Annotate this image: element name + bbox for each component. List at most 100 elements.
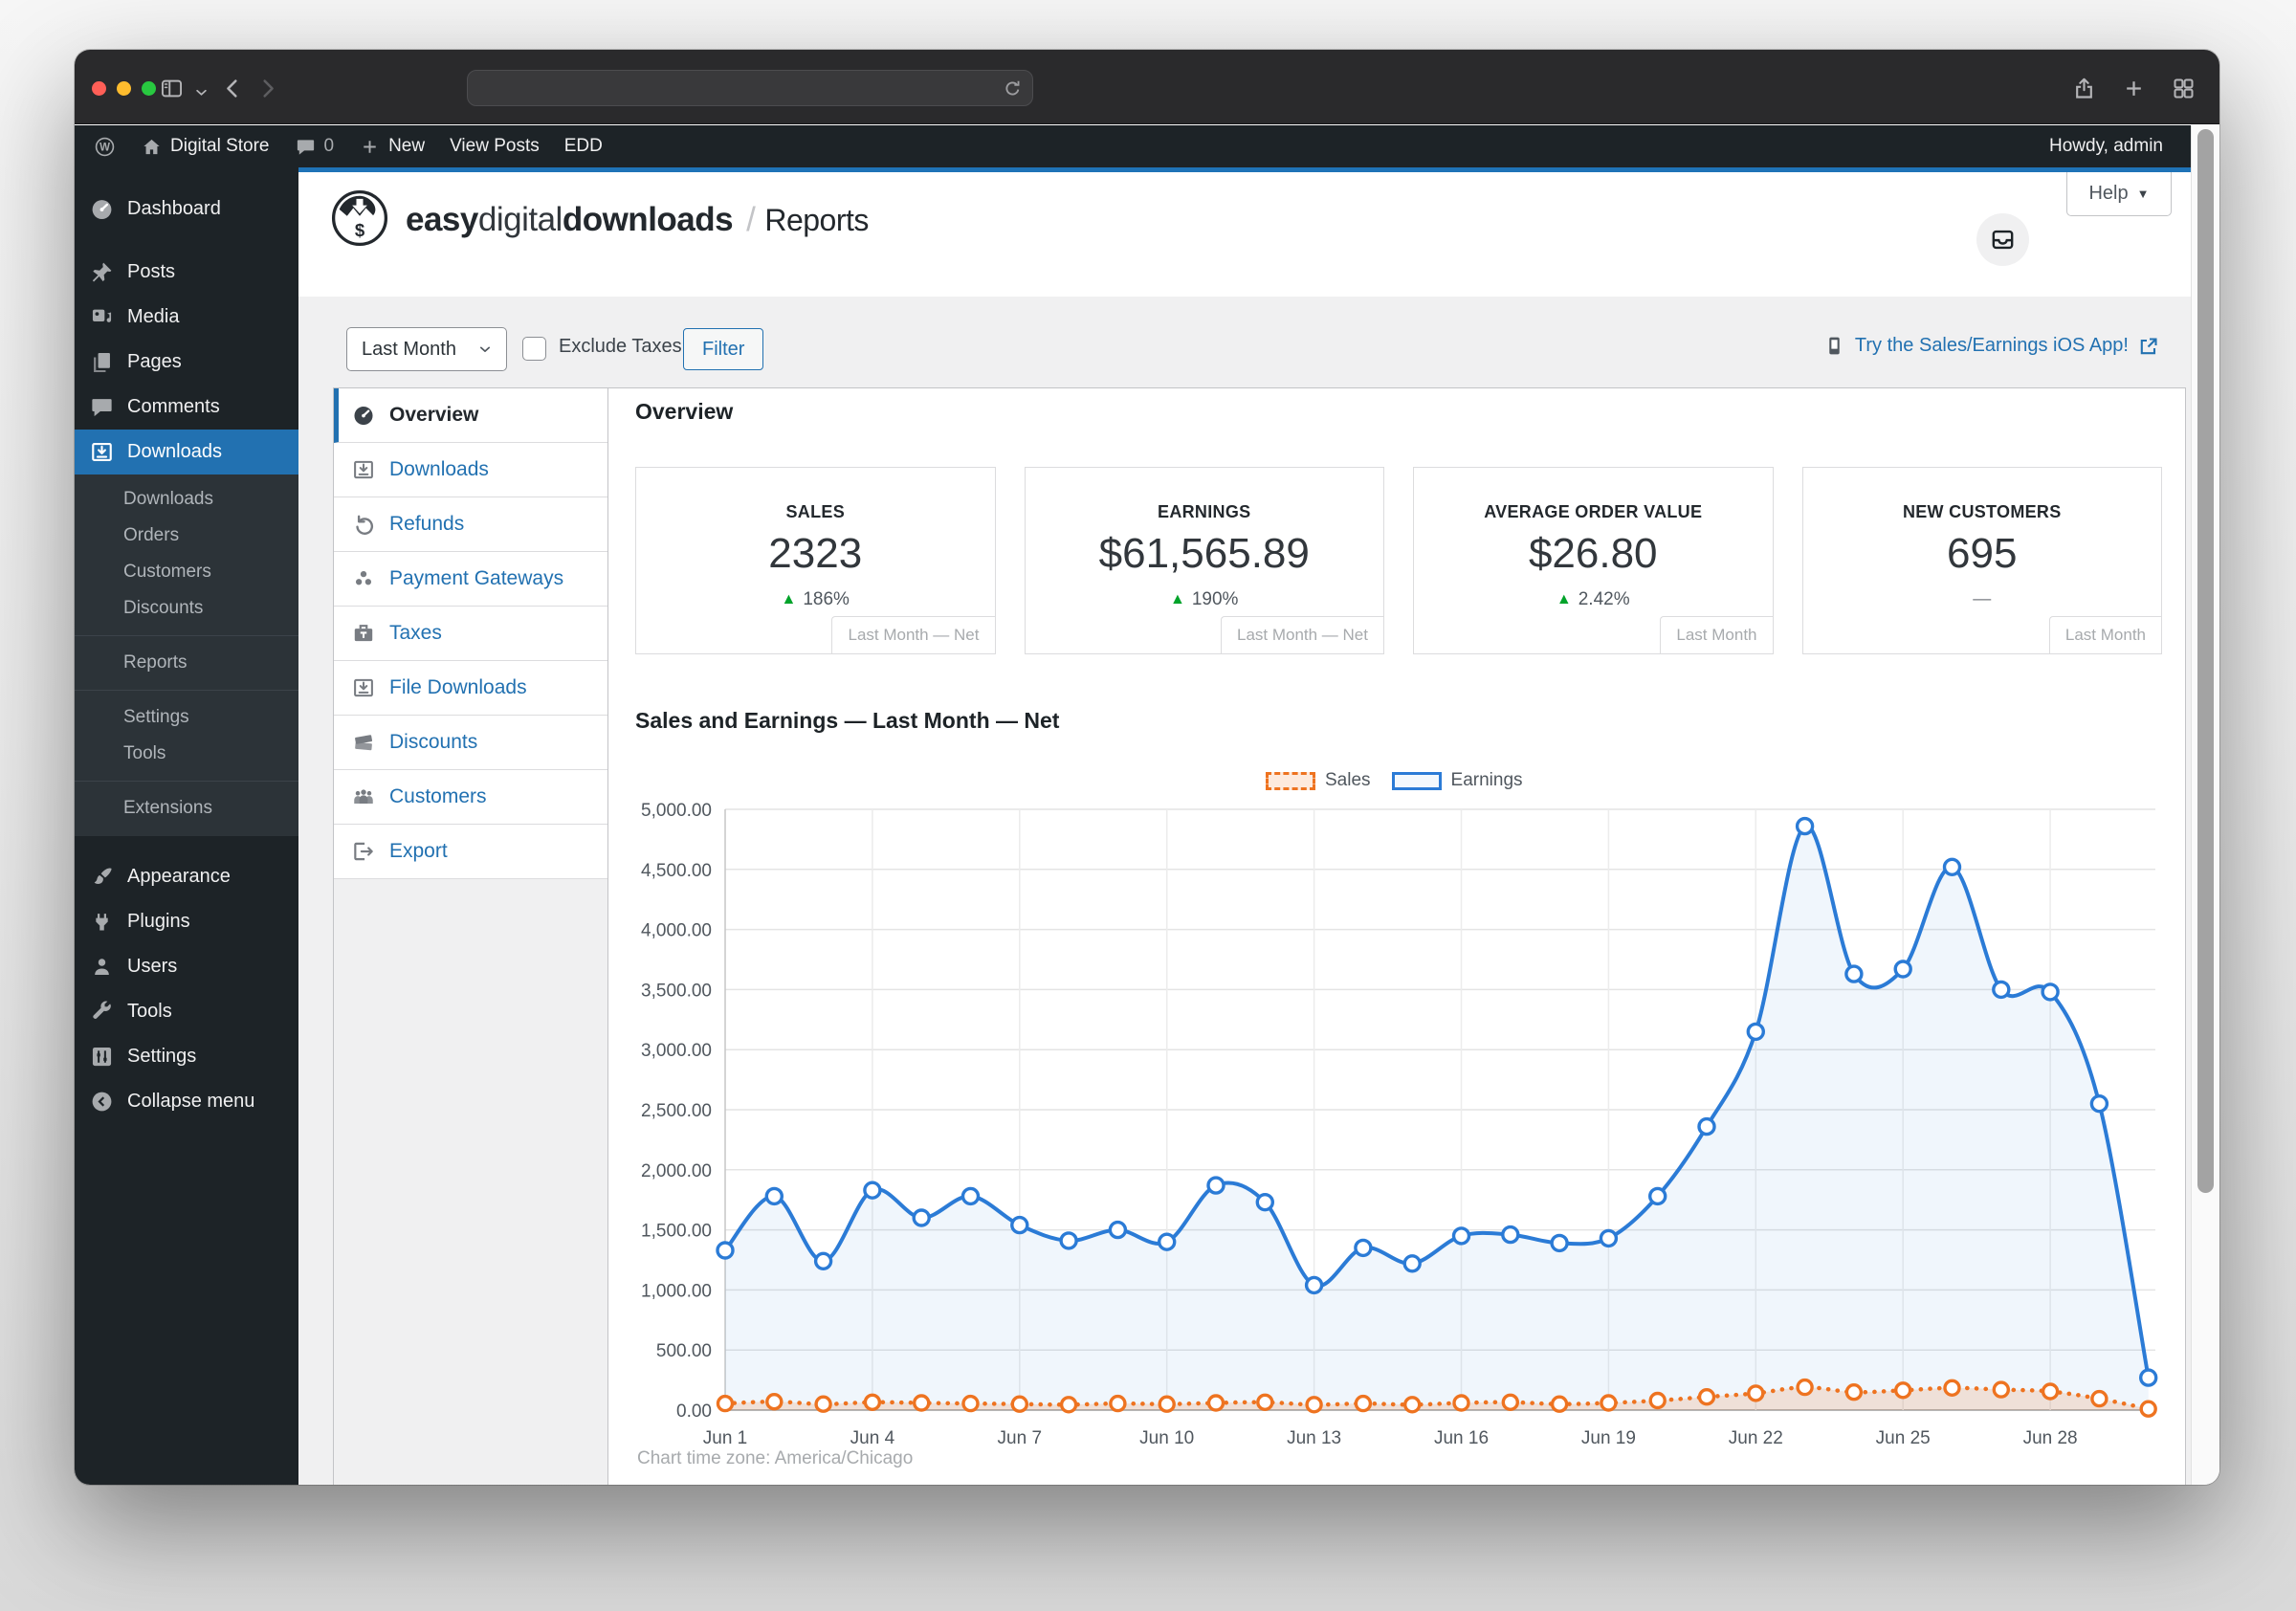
comments-menu[interactable]: 0 — [282, 125, 347, 167]
earnings-point[interactable] — [1206, 1176, 1225, 1195]
sales-point[interactable] — [1501, 1393, 1519, 1411]
sales-point[interactable] — [814, 1395, 832, 1413]
sales-point[interactable] — [863, 1393, 882, 1411]
sidebar-subitem-settings[interactable]: Settings — [75, 699, 298, 736]
earnings-point[interactable] — [813, 1251, 833, 1270]
tab-overview-icon[interactable] — [2171, 76, 2197, 101]
tab-taxes[interactable]: Taxes — [334, 607, 607, 661]
chevron-down-icon[interactable] — [191, 79, 211, 105]
sidebar-item-plugins[interactable]: Plugins — [75, 899, 298, 944]
sales-point[interactable] — [1943, 1379, 1961, 1397]
earnings-point[interactable] — [2041, 982, 2060, 1002]
sidebar-item-media[interactable]: Media — [75, 295, 298, 340]
sales-point[interactable] — [765, 1393, 784, 1411]
sales-point[interactable] — [1354, 1394, 1373, 1413]
forward-icon[interactable] — [254, 76, 280, 101]
sales-point[interactable] — [1550, 1395, 1569, 1413]
earnings-point[interactable] — [1599, 1228, 1619, 1248]
earnings-point[interactable] — [1746, 1022, 1766, 1042]
earnings-point[interactable] — [1893, 960, 1912, 979]
share-icon[interactable] — [2071, 76, 2097, 101]
earnings-point[interactable] — [1059, 1231, 1078, 1250]
sales-point[interactable] — [1747, 1384, 1765, 1402]
earnings-point[interactable] — [716, 1241, 735, 1260]
tab-customers[interactable]: Customers — [334, 770, 607, 825]
sidebar-toggle-icon[interactable] — [159, 76, 185, 101]
sidebar-item-tools[interactable]: Tools — [75, 989, 298, 1034]
sales-point[interactable] — [1697, 1388, 1716, 1406]
sidebar-item-users[interactable]: Users — [75, 944, 298, 989]
filter-button[interactable]: Filter — [683, 328, 764, 370]
earnings-point[interactable] — [1697, 1116, 1716, 1137]
sales-point[interactable] — [1600, 1394, 1618, 1412]
sales-point[interactable] — [1305, 1396, 1323, 1414]
tab-discounts[interactable]: Discounts — [334, 716, 607, 770]
sidebar-item-collapse-menu[interactable]: Collapse menu — [75, 1079, 298, 1124]
earnings-point[interactable] — [1550, 1233, 1569, 1253]
earnings-point[interactable] — [1501, 1225, 1520, 1245]
sales-point[interactable] — [716, 1394, 735, 1413]
exclude-taxes-checkbox[interactable] — [522, 337, 546, 361]
scrollbar-track[interactable] — [2191, 125, 2219, 1485]
sidebar-item-dashboard[interactable]: Dashboard — [75, 187, 298, 232]
sales-point[interactable] — [1992, 1380, 2011, 1399]
earnings-point[interactable] — [2138, 1368, 2158, 1387]
earnings-point[interactable] — [1354, 1238, 1373, 1258]
sidebar-item-comments[interactable]: Comments — [75, 385, 298, 430]
earnings-point[interactable] — [1402, 1254, 1422, 1273]
sidebar-item-posts[interactable]: Posts — [75, 250, 298, 295]
sales-point[interactable] — [2041, 1382, 2060, 1401]
new-tab-icon[interactable] — [2121, 76, 2147, 101]
howdy-account-menu[interactable]: Howdy, admin — [2037, 125, 2175, 167]
earnings-point[interactable] — [960, 1186, 981, 1206]
earnings-point[interactable] — [1108, 1220, 1128, 1240]
earnings-point[interactable] — [1451, 1226, 1471, 1246]
sales-point[interactable] — [1403, 1396, 1422, 1414]
view-posts-menu[interactable]: View Posts — [437, 125, 552, 167]
sidebar-item-pages[interactable]: Pages — [75, 340, 298, 385]
sales-point[interactable] — [2139, 1400, 2157, 1418]
wp-logo-menu[interactable]: W — [75, 125, 128, 167]
date-range-select[interactable]: Last Month — [346, 327, 507, 371]
tab-overview[interactable]: Overview — [334, 388, 607, 443]
sales-point[interactable] — [1158, 1395, 1176, 1413]
sales-point[interactable] — [1256, 1393, 1274, 1411]
tab-payment-gateways[interactable]: Payment Gateways — [334, 552, 607, 607]
notifications-button[interactable] — [1976, 213, 2029, 266]
sidebar-subitem-orders[interactable]: Orders — [75, 518, 298, 554]
sidebar-item-appearance[interactable]: Appearance — [75, 854, 298, 899]
earnings-point[interactable] — [1844, 964, 1864, 983]
sales-point[interactable] — [2090, 1389, 2108, 1408]
reload-icon[interactable] — [1001, 77, 1025, 100]
minimize-window-button[interactable] — [117, 81, 131, 96]
sidebar-item-settings[interactable]: Settings — [75, 1034, 298, 1079]
earnings-point[interactable] — [2089, 1094, 2109, 1114]
sales-point[interactable] — [1796, 1378, 1814, 1397]
sales-point[interactable] — [1109, 1394, 1127, 1413]
earnings-point[interactable] — [1647, 1186, 1667, 1206]
earnings-point[interactable] — [1992, 980, 2011, 1000]
tab-downloads[interactable]: Downloads — [334, 443, 607, 497]
scrollbar-thumb[interactable] — [2197, 129, 2214, 1193]
edd-menu[interactable]: EDD — [552, 125, 615, 167]
earnings-point[interactable] — [764, 1186, 784, 1206]
tab-export[interactable]: Export — [334, 825, 607, 879]
sidebar-subitem-tools[interactable]: Tools — [75, 736, 298, 772]
zoom-window-button[interactable] — [142, 81, 156, 96]
help-button[interactable]: Help ▼ — [2066, 172, 2172, 216]
new-content-menu[interactable]: New — [346, 125, 437, 167]
sales-point[interactable] — [1059, 1396, 1078, 1414]
address-bar[interactable] — [467, 70, 1033, 106]
sales-point[interactable] — [1648, 1391, 1667, 1410]
sidebar-subitem-downloads[interactable]: Downloads — [75, 481, 298, 518]
legend-item-sales[interactable]: Sales — [1266, 770, 1371, 791]
tab-refunds[interactable]: Refunds — [334, 497, 607, 552]
earnings-point[interactable] — [1158, 1232, 1177, 1251]
earnings-point[interactable] — [912, 1208, 931, 1227]
legend-item-earnings[interactable]: Earnings — [1391, 770, 1523, 791]
sidebar-subitem-reports[interactable]: Reports — [75, 645, 298, 681]
site-name-menu[interactable]: Digital Store — [128, 125, 282, 167]
sales-point[interactable] — [1452, 1394, 1470, 1412]
sales-point[interactable] — [1893, 1381, 1912, 1400]
sidebar-subitem-customers[interactable]: Customers — [75, 554, 298, 590]
